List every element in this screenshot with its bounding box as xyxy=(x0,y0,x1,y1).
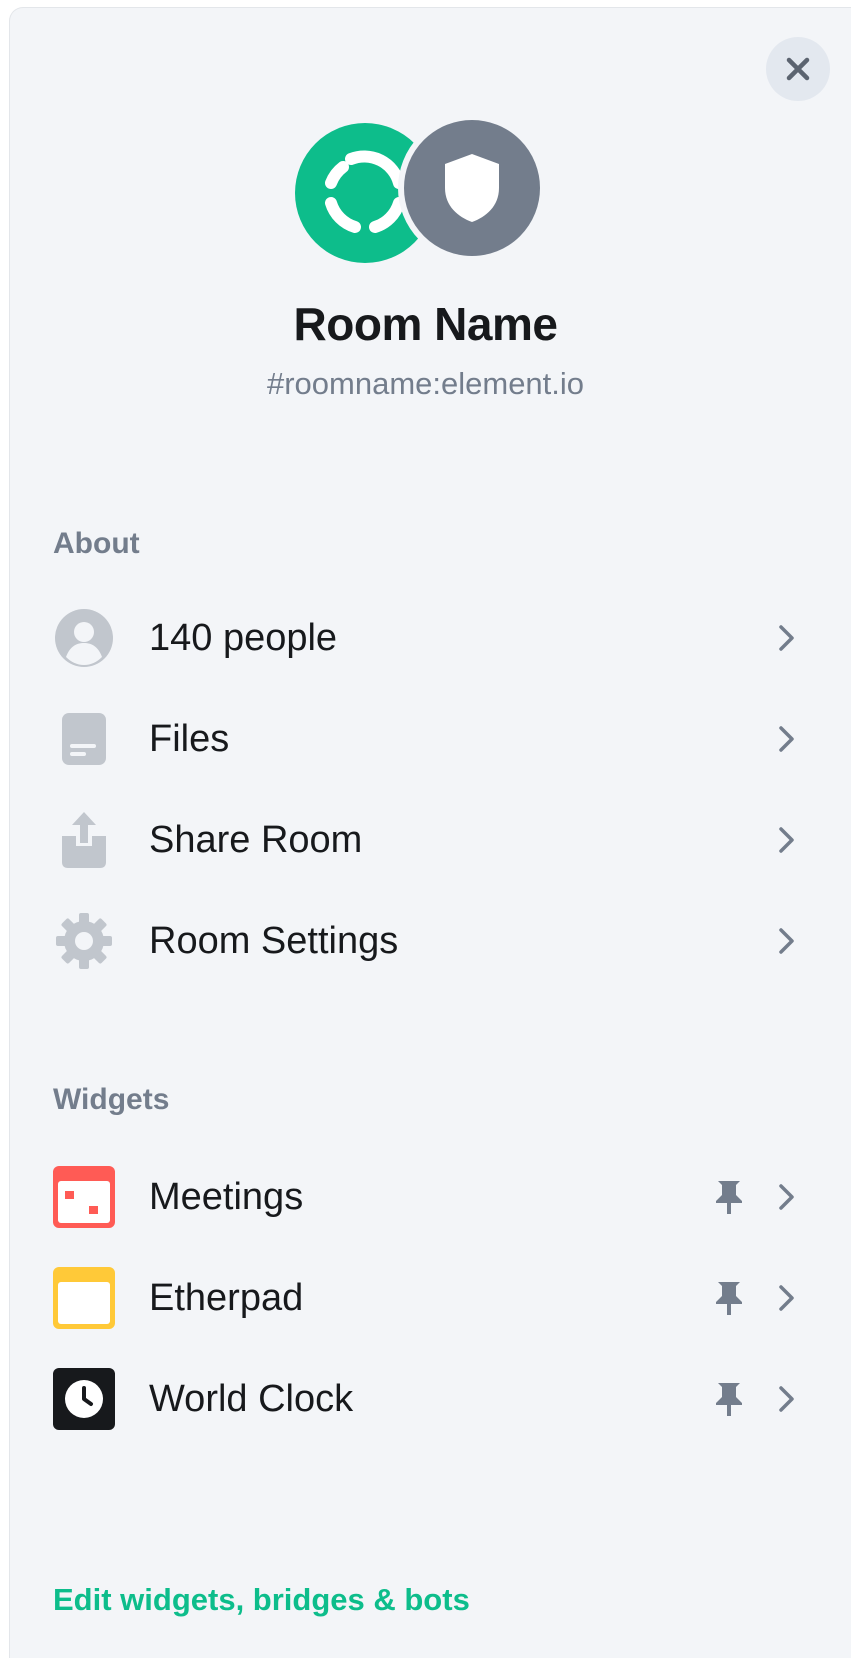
about-item-people[interactable]: 140 people xyxy=(53,593,803,683)
chevron-right-icon xyxy=(771,1384,801,1414)
about-heading: About xyxy=(53,527,140,560)
clock-icon xyxy=(53,1368,115,1430)
about-item-files[interactable]: Files xyxy=(53,694,803,784)
chevron-right-icon xyxy=(771,724,801,754)
etherpad-icon xyxy=(53,1267,115,1329)
shield-icon xyxy=(445,154,499,222)
about-item-room-settings[interactable]: Room Settings xyxy=(53,896,803,986)
file-icon xyxy=(53,708,115,770)
shield-avatar xyxy=(398,114,546,262)
widget-item-label: World Clock xyxy=(149,1377,354,1420)
chevron-right-icon xyxy=(771,623,801,653)
pin-icon[interactable] xyxy=(709,1179,749,1215)
about-item-share-room[interactable]: Share Room xyxy=(53,795,803,885)
widget-item-label: Etherpad xyxy=(149,1276,304,1319)
chevron-right-icon xyxy=(771,926,801,956)
widget-item-etherpad[interactable]: Etherpad xyxy=(53,1253,803,1343)
edit-widgets-link[interactable]: Edit widgets, bridges & bots xyxy=(53,1582,470,1618)
room-name: Room Name xyxy=(293,298,558,350)
about-item-label: 140 people xyxy=(149,616,338,659)
share-icon xyxy=(53,809,115,871)
about-item-label: Share Room xyxy=(149,818,363,861)
about-item-label: Room Settings xyxy=(149,919,399,962)
chevron-right-icon xyxy=(771,825,801,855)
about-item-label: Files xyxy=(149,717,230,760)
widget-item-world-clock[interactable]: World Clock xyxy=(53,1354,803,1444)
pin-icon[interactable] xyxy=(709,1381,749,1417)
chevron-right-icon xyxy=(771,1182,801,1212)
pin-icon[interactable] xyxy=(709,1280,749,1316)
chevron-right-icon xyxy=(771,1283,801,1313)
room-alias: #roomname:element.io xyxy=(266,366,585,401)
close-icon xyxy=(786,57,810,81)
widget-item-label: Meetings xyxy=(149,1175,304,1218)
person-icon xyxy=(53,607,115,669)
widget-item-meetings[interactable]: Meetings xyxy=(53,1152,803,1242)
widgets-heading: Widgets xyxy=(53,1083,170,1116)
gear-icon xyxy=(53,910,115,972)
close-button[interactable] xyxy=(766,37,830,101)
room-avatar xyxy=(295,114,546,265)
meetings-icon xyxy=(53,1166,115,1228)
